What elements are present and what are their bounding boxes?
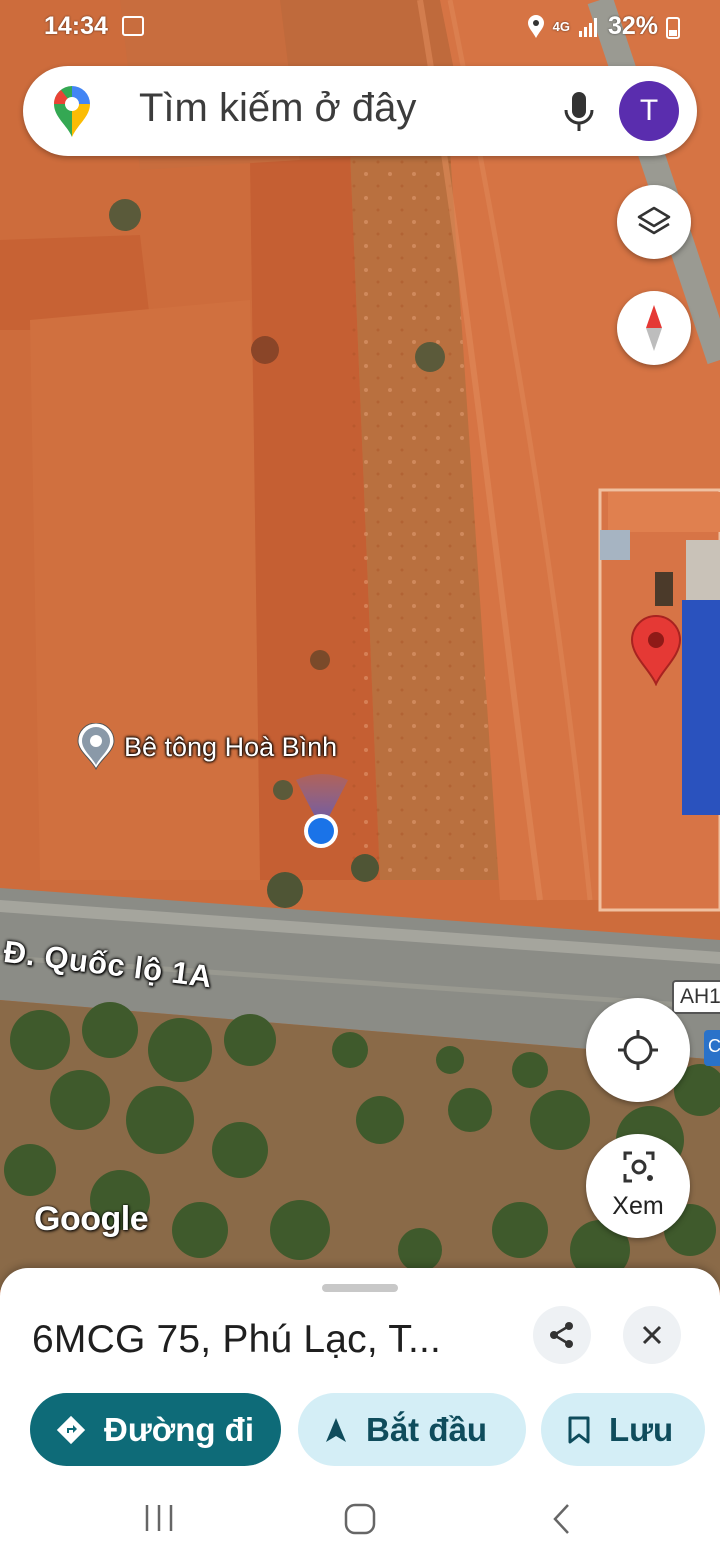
current-location-dot-icon xyxy=(296,774,348,848)
satellite-imagery xyxy=(0,0,720,1290)
place-title: 6MCG 75, Phú Lạc, T... xyxy=(32,1318,442,1361)
highway-shield: AH1 xyxy=(672,980,720,1014)
search-bar[interactable]: Tìm kiếm ở đây T xyxy=(23,66,697,156)
place-label-be-tong[interactable]: Bê tông Hoà Bình xyxy=(72,723,337,771)
battery-icon xyxy=(666,16,680,39)
sheet-drag-handle[interactable] xyxy=(322,1284,398,1292)
home-icon xyxy=(344,1503,376,1535)
google-attribution: Google xyxy=(34,1200,149,1238)
status-bar: 14:34 4G 32% xyxy=(0,0,720,56)
home-button[interactable] xyxy=(343,1502,377,1541)
back-button[interactable] xyxy=(550,1502,574,1541)
satellite-map[interactable]: Bê tông Hoà Bình Đ. Quốc lộ 1A AH1 C Goo… xyxy=(0,0,720,1290)
location-status-icon xyxy=(527,14,544,38)
place-pin-icon xyxy=(77,723,115,771)
recent-apps-icon xyxy=(145,1505,173,1531)
highway-shield-secondary: C xyxy=(704,1030,720,1066)
share-icon xyxy=(550,1322,573,1348)
start-navigation-button[interactable]: Bắt đầu xyxy=(298,1393,526,1466)
lens-view-label: Xem xyxy=(612,1192,664,1220)
save-label: Lưu xyxy=(609,1410,674,1448)
google-maps-logo-icon xyxy=(54,86,90,137)
close-icon xyxy=(642,1325,662,1345)
account-avatar[interactable]: T xyxy=(619,81,679,141)
compass-icon xyxy=(646,305,662,351)
my-location-button[interactable] xyxy=(586,998,690,1102)
start-label: Bắt đầu xyxy=(366,1410,488,1448)
compass-button[interactable] xyxy=(617,291,691,365)
place-name: Bê tông Hoà Bình xyxy=(124,731,338,762)
directions-button[interactable]: Đường đi xyxy=(30,1393,281,1466)
directions-label: Đường đi xyxy=(104,1410,254,1448)
camera-lens-icon xyxy=(623,1151,655,1183)
signal-icon xyxy=(578,17,597,37)
system-navigation-bar xyxy=(0,1480,720,1561)
battery-percent: 32% xyxy=(607,12,658,40)
bookmark-icon xyxy=(568,1416,590,1443)
back-icon xyxy=(553,1504,569,1534)
microphone-icon[interactable] xyxy=(559,90,599,134)
status-indicators: 4G 32% xyxy=(527,12,680,41)
layers-icon xyxy=(637,206,671,235)
selected-location-pin-icon[interactable] xyxy=(630,614,682,686)
gallery-notification-icon xyxy=(122,16,144,36)
layers-button[interactable] xyxy=(617,185,691,259)
navigation-arrow-icon xyxy=(326,1417,346,1442)
network-type: 4G xyxy=(552,19,570,34)
share-button[interactable] xyxy=(533,1306,591,1364)
lens-view-button[interactable]: Xem xyxy=(586,1134,690,1238)
status-time: 14:34 xyxy=(44,12,108,40)
close-button[interactable] xyxy=(623,1306,681,1364)
crosshair-icon xyxy=(618,1030,658,1070)
directions-icon xyxy=(56,1415,86,1444)
recent-apps-button[interactable] xyxy=(143,1502,175,1539)
search-input[interactable]: Tìm kiếm ở đây xyxy=(139,86,416,131)
save-button[interactable]: Lưu xyxy=(541,1393,705,1466)
